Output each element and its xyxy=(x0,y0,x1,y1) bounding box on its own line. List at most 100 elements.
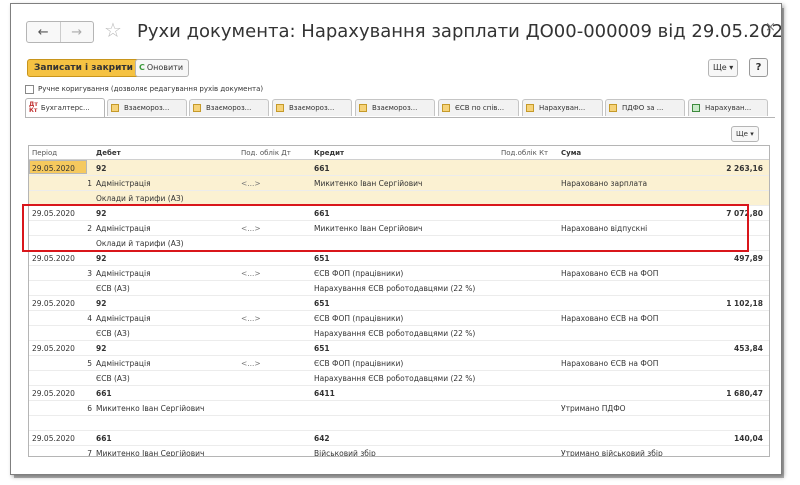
save-and-close-button[interactable]: Записати і закрити xyxy=(27,59,140,77)
tab-label: Взаєморoз... xyxy=(124,104,170,112)
row-line: ЄСВ (АЗ) Нарахування ЄСВ роботодавцями (2… xyxy=(29,280,769,296)
row-line: 7 Микитенко Іван Сергійович Військовий збі… xyxy=(29,445,769,457)
period-date: 29.05.2020 xyxy=(32,209,75,218)
debit-subconto-2: Оклади й тарифи (АЗ) xyxy=(96,194,184,203)
movements-table: Період Дебет Под. облік Дт Кредит Под.об… xyxy=(28,145,770,457)
credit-subconto-2: Нарахування ЄСВ роботодавцями (22 %) xyxy=(314,329,476,338)
tab-pdfo[interactable]: ПДФО за ... xyxy=(605,99,685,116)
column-credit-sub[interactable]: Под.облік Кт xyxy=(501,149,548,157)
manual-edit-label: Ручне коригування (дозволяє редагування … xyxy=(38,85,264,93)
nav-buttons: ← → xyxy=(26,21,94,43)
debit-account: 92 xyxy=(96,344,107,353)
entry-description: Утримано військовий збір xyxy=(561,449,663,457)
debit-account: 661 xyxy=(96,389,112,398)
register-tabs: Дт Кт Бухгалтерс... Взаєморoз... Взаєморoз… xyxy=(25,98,775,118)
row-number: 4 xyxy=(87,314,92,323)
debit-account: 92 xyxy=(96,164,107,173)
back-button[interactable]: ← xyxy=(27,22,60,42)
column-credit[interactable]: Кредит xyxy=(314,149,344,157)
row-number: 5 xyxy=(87,359,92,368)
table-row[interactable]: 29.05.2020 661 642 140,04 7 Микитенко Іван Се… xyxy=(29,430,769,457)
row-line: 29.05.2020 92 661 2 263,16 xyxy=(29,160,769,176)
table-row[interactable]: 29.05.2020 92 661 2 263,16 1 Адміністрація <..… xyxy=(29,160,769,206)
debit-subconto-1: Адміністрація xyxy=(96,269,151,278)
table-row[interactable]: 29.05.2020 92 651 497,89 3 Адміністрація <...>… xyxy=(29,250,769,296)
close-icon[interactable]: × xyxy=(765,20,776,35)
row-line: 2 Адміністрація <...> Микитенко Іван Сергій… xyxy=(29,220,769,236)
table-row[interactable]: 29.05.2020 661 6411 1 680,47 6 Микитенко Іван… xyxy=(29,385,769,431)
debit-analytics: <...> xyxy=(241,224,261,233)
tab-settlements-3[interactable]: Взаєморoз... xyxy=(272,99,352,116)
tab-settlements-1[interactable]: Взаєморoз... xyxy=(107,99,187,116)
debit-subconto-1: Адміністрація xyxy=(96,314,151,323)
amount-value: 1 102,18 xyxy=(726,299,763,308)
tab-accruals[interactable]: Нарахуван... xyxy=(522,99,603,116)
register-icon xyxy=(111,104,119,112)
tab-settlements-4[interactable]: Взаєморoз... xyxy=(355,99,435,116)
credit-subconto-1: Микитенко Іван Сергійович xyxy=(314,179,423,188)
debit-analytics: <...> xyxy=(241,314,261,323)
register-icon xyxy=(609,104,617,112)
amount-value: 497,89 xyxy=(734,254,763,263)
column-debit-sub[interactable]: Под. облік Дт xyxy=(241,149,291,157)
debit-analytics: <...> xyxy=(241,359,261,368)
row-line: ЄСВ (АЗ) Нарахування ЄСВ роботодавцями (2… xyxy=(29,370,769,386)
help-button[interactable]: ? xyxy=(749,58,768,77)
row-line: 29.05.2020 92 651 497,89 xyxy=(29,250,769,266)
amount-value: 453,84 xyxy=(734,344,763,353)
register-icon xyxy=(359,104,367,112)
row-line: 29.05.2020 661 642 140,04 xyxy=(29,430,769,446)
debit-analytics: <...> xyxy=(241,269,261,278)
table-row[interactable]: 29.05.2020 92 651 1 102,18 4 Адміністрація <..… xyxy=(29,295,769,341)
entry-description: Нараховано ЄСВ на ФОП xyxy=(561,269,659,278)
credit-subconto-2: Нарахування ЄСВ роботодавцями (22 %) xyxy=(314,374,476,383)
credit-account: 651 xyxy=(314,299,330,308)
tab-accounting[interactable]: Дт Кт Бухгалтерс... xyxy=(25,98,105,117)
debit-subconto-1: Адміністрація xyxy=(96,224,151,233)
debit-subconto-1: Микитенко Іван Сергійович xyxy=(96,404,205,413)
table-more-button[interactable]: Ще ▾ xyxy=(731,126,759,142)
favorite-star-icon[interactable]: ☆ xyxy=(104,18,122,42)
credit-account: 6411 xyxy=(314,389,335,398)
debit-account: 92 xyxy=(96,299,107,308)
period-date: 29.05.2020 xyxy=(32,164,75,173)
manual-edit-checkbox[interactable] xyxy=(25,84,34,94)
column-amount-label: Сума xyxy=(561,149,582,157)
tab-label: Взаєморoз... xyxy=(289,104,335,112)
table-row[interactable]: 29.05.2020 92 651 453,84 5 Адміністрація <...>… xyxy=(29,340,769,386)
tab-label: Нарахуван... xyxy=(539,104,586,112)
tab-esv[interactable]: ЄСВ по спів... xyxy=(438,99,519,116)
row-number: 6 xyxy=(87,404,92,413)
row-line: ЄСВ (АЗ) Нарахування ЄСВ роботодавцями (2… xyxy=(29,325,769,341)
tab-settlements-2[interactable]: Взаєморoз... xyxy=(189,99,269,116)
period-date: 29.05.2020 xyxy=(32,299,75,308)
period-date: 29.05.2020 xyxy=(32,254,75,263)
debit-analytics: <...> xyxy=(241,179,261,188)
manual-edit-row: Ручне коригування (дозволяє редагування … xyxy=(25,84,263,94)
credit-subconto-2: Нарахування ЄСВ роботодавцями (22 %) xyxy=(314,284,476,293)
amount-value: 1 680,47 xyxy=(726,389,763,398)
more-button[interactable]: Ще ▾ xyxy=(708,59,739,77)
amount-value: 140,04 xyxy=(734,434,763,443)
table-row[interactable]: 29.05.2020 92 661 7 072,80 2 Адміністрація <..… xyxy=(29,205,769,251)
tab-accruals-2[interactable]: Нарахуван... xyxy=(688,99,768,116)
row-line: Оклади й тарифи (АЗ) xyxy=(29,190,769,206)
row-line xyxy=(29,415,769,431)
column-period[interactable]: Період xyxy=(32,149,57,157)
row-number: 1 xyxy=(87,179,92,188)
credit-subconto-1: ЄСВ ФОП (працівники) xyxy=(314,359,404,368)
debit-subconto-2: Оклади й тарифи (АЗ) xyxy=(96,239,184,248)
debit-subconto-1: Микитенко Іван Сергійович xyxy=(96,449,205,457)
row-number: 7 xyxy=(87,449,92,457)
debit-account: 661 xyxy=(96,434,112,443)
forward-button[interactable]: → xyxy=(59,22,94,42)
debit-subconto-2: ЄСВ (АЗ) xyxy=(96,374,130,383)
entry-description: Утримано ПДФО xyxy=(561,404,626,413)
refresh-button[interactable]: C Оновити xyxy=(135,59,190,77)
period-date: 29.05.2020 xyxy=(32,389,75,398)
credit-account: 661 xyxy=(314,164,330,173)
column-debit[interactable]: Дебет xyxy=(96,149,121,157)
column-amount[interactable]: Сума xyxy=(561,149,581,157)
movements-window: ← → ☆ Рухи документа: Нарахування зарпла… xyxy=(10,3,782,475)
row-number: 2 xyxy=(87,224,92,233)
